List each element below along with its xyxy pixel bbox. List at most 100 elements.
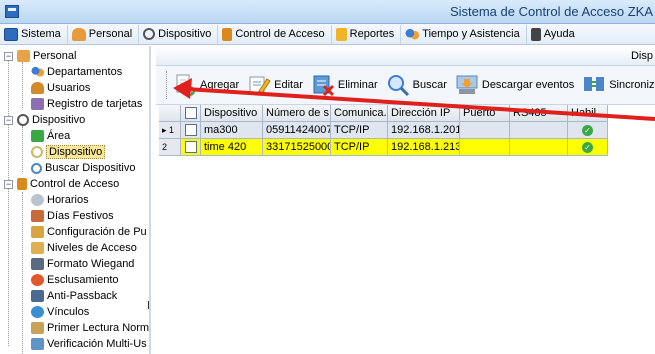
menu-dispositivo-label: Dispositivo: [158, 28, 212, 40]
edit-button-label: Editar: [274, 79, 303, 91]
tree-item-label: Horarios: [47, 194, 89, 206]
download-icon: [455, 73, 479, 97]
menu-sistema-label: Sistema: [21, 28, 61, 40]
tree-item-buscar-dispositivo[interactable]: Buscar Dispositivo: [31, 160, 135, 176]
select-all-checkbox-cell[interactable]: [181, 105, 201, 122]
panel-splitter[interactable]: [148, 301, 149, 309]
cell-habilitado[interactable]: ✓: [568, 122, 608, 139]
calendar-icon: [31, 210, 44, 222]
tree-item-esclusamiento[interactable]: Esclusamiento: [31, 272, 119, 288]
tree-item-configuracion[interactable]: Configuración de Pu: [31, 224, 147, 240]
row-checkbox[interactable]: [184, 141, 197, 154]
cell-direccion-ip[interactable]: 192.168.1.201: [388, 122, 460, 139]
tree-item-horarios[interactable]: Horarios: [31, 192, 89, 208]
tree-item-area[interactable]: Área: [31, 128, 70, 144]
tree-item-usuarios[interactable]: Usuarios: [31, 80, 90, 96]
grid-header-row: Dispositivo Número de s... Comunica... D…: [159, 105, 655, 122]
tree-group-personal[interactable]: − Personal: [4, 48, 76, 64]
book-icon: [17, 178, 27, 190]
cell-numero-serie[interactable]: 33171525000...: [263, 139, 331, 156]
row-number[interactable]: ▸ 1: [159, 122, 181, 139]
device-grid: Dispositivo Número de s... Comunica... D…: [159, 105, 655, 156]
cell-puerto[interactable]: [460, 139, 510, 156]
cell-dispositivo[interactable]: ma300: [201, 122, 263, 139]
row-number[interactable]: 2: [159, 139, 181, 156]
tree-item-anti-passback[interactable]: Anti-Passback: [31, 288, 117, 304]
tree-item-verificacion-multi[interactable]: Verificación Multi-Us: [31, 336, 147, 352]
delete-icon: [311, 73, 335, 97]
help-book-icon: [530, 27, 541, 41]
multi-user-icon: [31, 338, 44, 350]
menu-dispositivo[interactable]: Dispositivo: [138, 24, 217, 44]
menu-ayuda[interactable]: Ayuda: [525, 24, 581, 44]
collapse-icon[interactable]: −: [4, 115, 13, 125]
collapse-icon[interactable]: −: [4, 51, 13, 61]
link-icon: [31, 306, 44, 318]
cell-puerto[interactable]: [460, 122, 510, 139]
column-header-comunicacion[interactable]: Comunica...: [331, 105, 388, 122]
column-header-rs485[interactable]: RS485: [510, 105, 568, 122]
menu-personal-label: Personal: [88, 28, 133, 40]
tree-item-niveles-acceso[interactable]: Niveles de Acceso: [31, 240, 137, 256]
tree-item-dias-festivos[interactable]: Días Festivos: [31, 208, 114, 224]
departments-icon: [31, 66, 44, 78]
gear-icon: [17, 114, 29, 126]
row-checkbox[interactable]: [184, 124, 197, 137]
app-icon: [5, 5, 19, 18]
access-level-icon: [31, 242, 44, 254]
tree-item-label: Área: [47, 130, 71, 142]
cell-dispositivo[interactable]: time 420: [201, 139, 263, 156]
menu-tiempo-asistencia[interactable]: Tiempo y Asistencia: [400, 24, 525, 44]
tree-item-label: Días Festivos: [47, 210, 114, 222]
delete-button[interactable]: Eliminar: [311, 73, 378, 97]
tree-item-label: Vínculos: [47, 306, 90, 318]
column-header-habilitado[interactable]: Habil...: [568, 105, 608, 122]
tree-group-control-acceso[interactable]: − Control de Acceso: [4, 176, 119, 192]
row-checkbox-cell[interactable]: [181, 139, 201, 156]
cell-numero-serie[interactable]: 05911424007...: [263, 122, 331, 139]
clock-icon: [31, 194, 44, 206]
column-header-puerto[interactable]: Puerto: [460, 105, 510, 122]
area-icon: [31, 130, 44, 142]
tree-item-dispositivo[interactable]: Dispositivo: [31, 144, 106, 160]
menu-personal[interactable]: Personal: [66, 24, 138, 44]
tree-item-registro-tarjetas[interactable]: Registro de tarjetas: [31, 96, 142, 112]
collapse-icon[interactable]: −: [4, 179, 13, 189]
download-events-button[interactable]: Descargar eventos: [455, 73, 574, 97]
table-row[interactable]: 2 time 420 33171525000... TCP/IP 192.168…: [159, 139, 655, 156]
cell-comunicacion[interactable]: TCP/IP: [331, 122, 388, 139]
sync-button[interactable]: Sincronizar: [582, 73, 655, 97]
search-button-label: Buscar: [412, 79, 447, 91]
tree-item-label: Registro de tarjetas: [47, 98, 143, 110]
select-all-checkbox[interactable]: [184, 107, 197, 120]
menu-control-acceso[interactable]: Control de Acceso: [217, 24, 330, 44]
menu-sistema[interactable]: Sistema: [0, 25, 67, 44]
search-icon: [31, 162, 42, 174]
menu-reportes[interactable]: Reportes: [330, 24, 401, 44]
add-button[interactable]: Agregar: [173, 73, 239, 97]
search-button[interactable]: Buscar: [386, 73, 447, 97]
cell-rs485[interactable]: [510, 122, 568, 139]
tree-item-label: Verificación Multi-Us: [47, 338, 147, 350]
cell-rs485[interactable]: [510, 139, 568, 156]
tree-group-label: Control de Acceso: [30, 178, 120, 190]
column-header-numero-serie[interactable]: Número de s...: [263, 105, 331, 122]
tree-item-vinculos[interactable]: Vínculos: [31, 304, 89, 320]
row-checkbox-cell[interactable]: [181, 122, 201, 139]
enabled-check-icon: ✓: [582, 124, 593, 136]
column-header-direccion-ip[interactable]: Dirección IP: [388, 105, 460, 122]
edit-icon: [247, 73, 271, 97]
tree-guide-line: [22, 192, 23, 354]
edit-button[interactable]: Editar: [247, 73, 303, 97]
column-header-dispositivo[interactable]: Dispositivo: [201, 105, 263, 122]
tree-item-label: Dispositivo: [46, 145, 106, 159]
tree-item-formato-wiegand[interactable]: Formato Wiegand: [31, 256, 134, 272]
tree-group-dispositivo[interactable]: − Dispositivo: [4, 112, 85, 128]
cell-habilitado[interactable]: ✓: [568, 139, 608, 156]
tree-item-departamentos[interactable]: Departamentos: [31, 64, 122, 80]
sync-icon: [582, 73, 606, 97]
cell-direccion-ip[interactable]: 192.168.1.213: [388, 139, 460, 156]
table-row[interactable]: ▸ 1 ma300 05911424007... TCP/IP 192.168.…: [159, 122, 655, 139]
cell-comunicacion[interactable]: TCP/IP: [331, 139, 388, 156]
tree-item-primer-lectura[interactable]: Primer Lectura Norm: [31, 320, 149, 336]
